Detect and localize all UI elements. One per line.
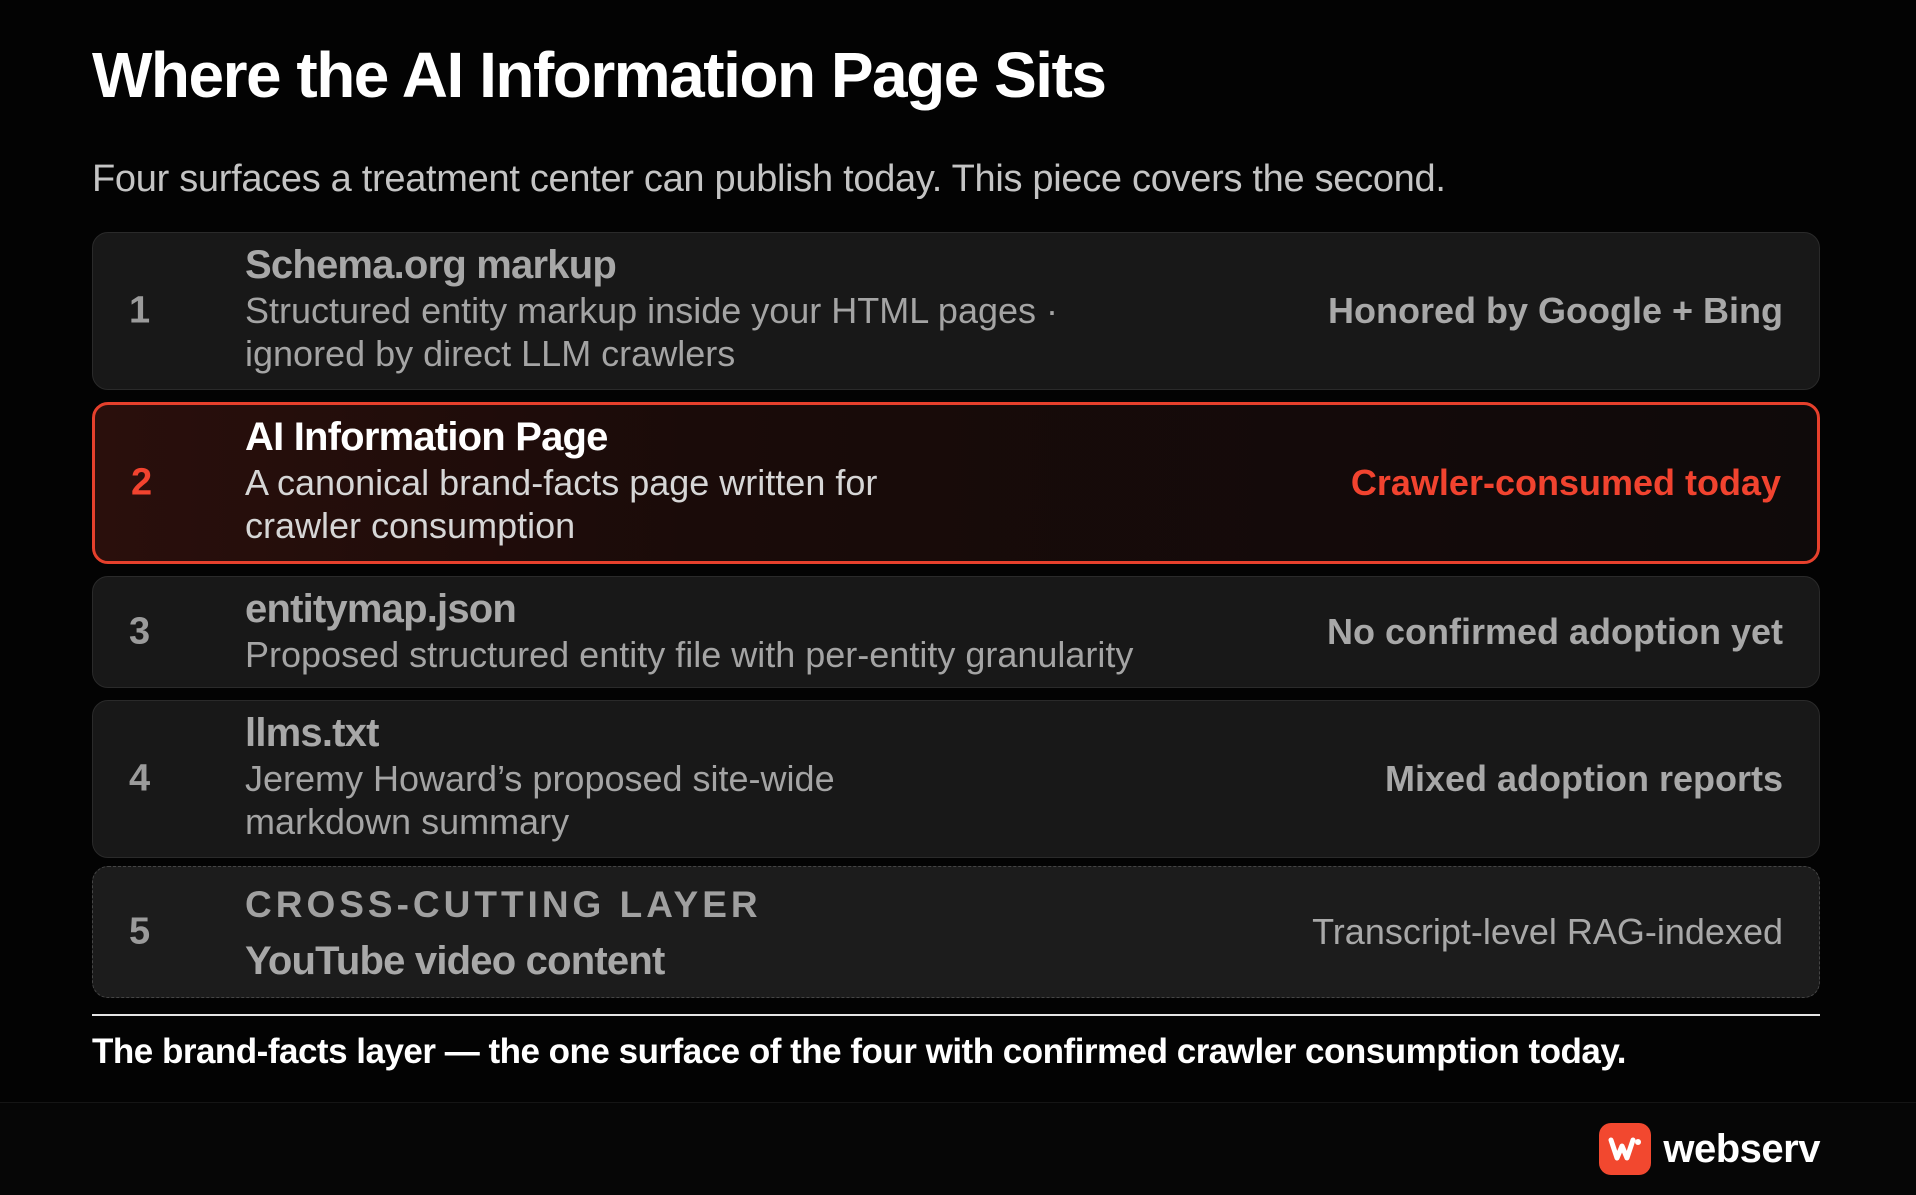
row-name: llms.txt <box>245 711 379 755</box>
row-number: 4 <box>129 757 151 800</box>
row-status: Mixed adoption reports <box>1384 758 1783 799</box>
row-name: Schema.org markup <box>245 243 617 287</box>
row-number: 1 <box>129 289 151 332</box>
row-status: Transcript-level RAG-indexed <box>1312 911 1783 952</box>
surface-row-youtube: 5 CROSS-CUTTING LAYER YouTube video cont… <box>92 866 1820 998</box>
row-desc-line1: A canonical brand-facts page written for <box>245 462 878 503</box>
row-status: Crawler-consumed today <box>1350 462 1781 503</box>
page-title: Where the AI Information Page Sits <box>92 39 1107 111</box>
row-status: Honored by Google + Bing <box>1327 290 1783 331</box>
footer: webserv <box>0 1102 1916 1195</box>
row-layer-label: CROSS-CUTTING LAYER <box>245 884 762 925</box>
row-desc-line1: Structured entity markup inside your HTM… <box>245 290 1059 331</box>
row-status: No confirmed adoption yet <box>1326 611 1783 652</box>
surface-row-entitymap: 3 entitymap.json Proposed structured ent… <box>92 576 1820 688</box>
page-subtitle: Four surfaces a treatment center can pub… <box>92 158 1446 200</box>
row-desc-line1: Proposed structured entity file with per… <box>245 634 1134 675</box>
brand-logo: webserv <box>1599 1123 1820 1175</box>
row-number: 2 <box>131 461 153 504</box>
row-number: 5 <box>129 910 151 953</box>
brand-name: webserv <box>1663 1126 1820 1171</box>
surface-row-llms-txt: 4 llms.txt Jeremy Howard’s proposed site… <box>92 700 1820 858</box>
row-desc-line1: Jeremy Howard’s proposed site-wide <box>245 758 835 799</box>
divider <box>92 1014 1820 1016</box>
row-desc-line2: ignored by direct LLM crawlers <box>245 333 736 374</box>
row-name: YouTube video content <box>245 939 665 983</box>
row-name: AI Information Page <box>245 415 608 459</box>
row-number: 3 <box>129 610 151 653</box>
webserv-logo-icon <box>1599 1123 1652 1175</box>
surface-row-schema: 1 Schema.org markup Structured entity ma… <box>92 232 1820 390</box>
surface-row-ai-information-page: 2 AI Information Page A canonical brand-… <box>92 402 1820 564</box>
row-desc-line2: markdown summary <box>245 801 570 842</box>
row-desc-line2: crawler consumption <box>245 505 576 546</box>
row-name: entitymap.json <box>245 587 517 631</box>
caption: The brand-facts layer — the one surface … <box>92 1032 1626 1071</box>
